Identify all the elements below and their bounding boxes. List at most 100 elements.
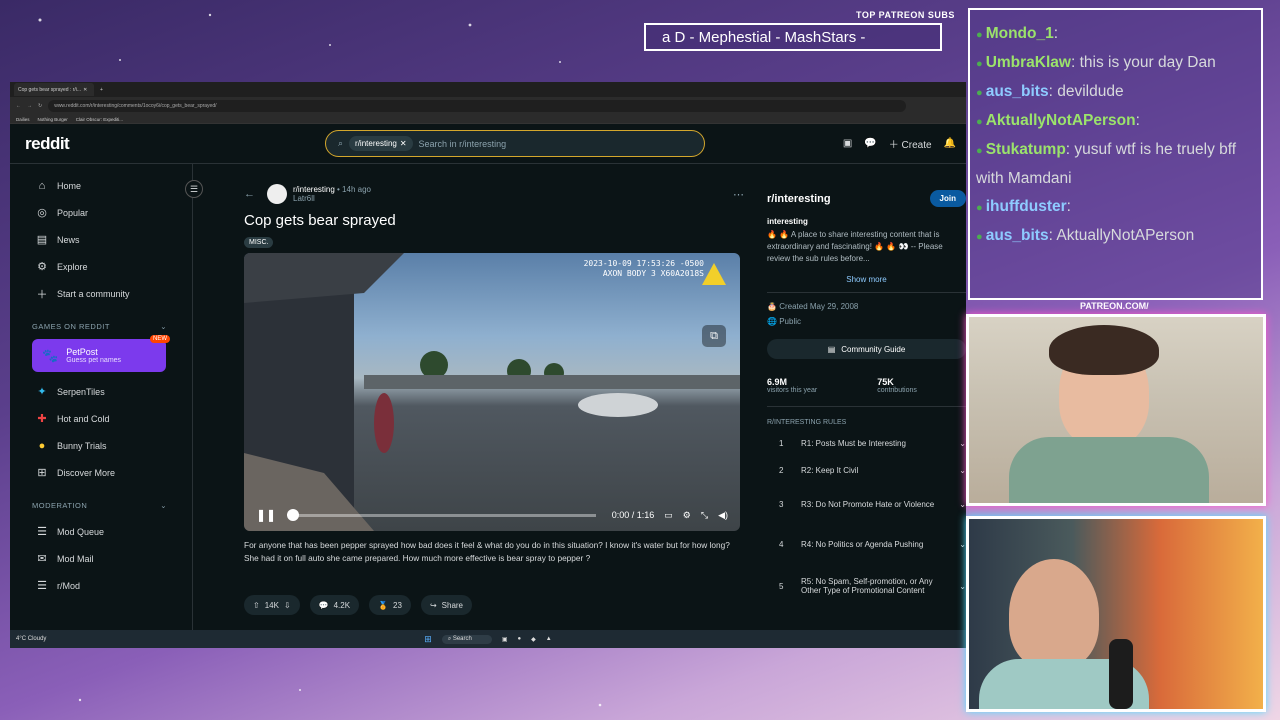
chat-username[interactable]: UmbraKlaw — [986, 54, 1071, 71]
tab-bar: Cop gets bear sprayed : r/i... ✕ + — [10, 82, 966, 97]
chat-icon[interactable]: 💬 — [864, 138, 876, 149]
vote-count: 14K — [264, 600, 279, 610]
windows-start-icon[interactable]: ⊞ — [424, 634, 432, 645]
chat-username[interactable]: AktuallyNotAPerson — [986, 112, 1136, 129]
sidebar-item-mod-mail[interactable]: ✉ Mod Mail — [10, 545, 192, 572]
taskbar-app-icon[interactable]: ◆ — [531, 636, 536, 643]
search-subreddit-chip[interactable]: r/interesting ✕ — [349, 136, 413, 151]
chat-username[interactable]: Stukatump — [986, 141, 1066, 158]
upvote-icon[interactable]: ⇧ — [253, 601, 260, 610]
chat-message: ● aus_bits: AktuallyNotAPerson — [976, 222, 1255, 251]
show-more-link[interactable]: Show more — [767, 275, 966, 284]
seek-handle[interactable] — [287, 508, 300, 521]
weather-widget[interactable]: 4°C Cloudy — [16, 636, 46, 642]
sidebar-item-popular[interactable]: ◎ Popular — [10, 199, 192, 226]
sidebar-item-label: Discover More — [57, 467, 116, 478]
downvote-icon[interactable]: ⇩ — [284, 601, 291, 610]
bookmark-item[interactable]: Dailies — [16, 117, 30, 122]
moderation-section-header[interactable]: MODERATION ⌄ — [10, 492, 192, 518]
search-bar[interactable]: ⌕ r/interesting ✕ Search in r/interesting — [325, 130, 705, 157]
chat-username[interactable]: aus_bits — [986, 83, 1049, 100]
sidebar-item-r-mod[interactable]: ☰ r/Mod — [10, 572, 192, 599]
chat-badge-icon: ● — [976, 202, 986, 214]
advertise-icon[interactable]: ▣ — [843, 138, 852, 149]
sidebar-item-discover-more[interactable]: ⊞ Discover More — [10, 459, 192, 486]
volume-icon[interactable]: ◀) — [718, 510, 728, 521]
post-meta: ← r/interesting • 14h ago Latr6ll ⋯ — [244, 184, 744, 204]
captions-icon[interactable]: ▭ — [664, 510, 673, 521]
patreon-link-label: PATREON.COM/ — [1080, 301, 1149, 311]
chat-message: ● aus_bits: devildude — [976, 78, 1255, 107]
settings-icon[interactable]: ⚙ — [683, 510, 691, 521]
pause-icon[interactable]: ❚❚ — [256, 508, 276, 522]
forward-icon[interactable]: → — [27, 103, 32, 109]
video-timestamp: 2023-10-09 17:53:26 -0500 AXON BODY 3 X60… — [584, 259, 704, 279]
created-date: Created May 29, 2008 — [779, 302, 859, 311]
chevron-down-icon: ⌄ — [160, 500, 167, 510]
close-icon[interactable]: ✕ — [400, 139, 407, 148]
sidebar-item-bunny-trials[interactable]: ● Bunny Trials — [10, 432, 192, 459]
more-options-icon[interactable]: ⋯ — [733, 188, 744, 201]
taskbar-app-icon[interactable]: ● — [518, 636, 522, 642]
sidebar-item-start-community[interactable]: ＋ Start a community — [10, 280, 192, 307]
back-icon[interactable]: ← — [16, 103, 21, 109]
new-tab-icon[interactable]: + — [100, 87, 103, 93]
post-title: Cop gets bear sprayed — [244, 212, 396, 229]
rule-number: 3 — [779, 499, 784, 509]
search-placeholder: Search in r/interesting — [418, 138, 507, 149]
chat-username[interactable]: aus_bits — [986, 227, 1049, 244]
fullscreen-icon[interactable]: ⤡ — [701, 510, 708, 521]
join-button[interactable]: Join — [929, 190, 966, 207]
tab-title: Cop gets bear sprayed : r/i... — [18, 86, 82, 93]
browser-tab[interactable]: Cop gets bear sprayed : r/i... ✕ — [14, 83, 94, 96]
community-name[interactable]: r/interesting — [767, 193, 831, 205]
webcam-streamer-1 — [966, 314, 1266, 506]
taskbar-app-icon[interactable]: ▲ — [546, 636, 552, 642]
guide-label: Community Guide — [841, 344, 906, 354]
petpost-game[interactable]: 🐾 PetPost Guess pet names NEW — [32, 335, 170, 372]
reddit-logo[interactable]: reddit — [25, 134, 70, 154]
sidebar-item-mod-queue[interactable]: ☰ Mod Queue — [10, 518, 192, 545]
sidebar-item-news[interactable]: ▤ News — [10, 226, 192, 253]
chat-badge-icon: ● — [976, 116, 986, 128]
reload-icon[interactable]: ↻ — [38, 103, 42, 109]
video-player[interactable]: 2023-10-09 17:53:26 -0500 AXON BODY 3 X60… — [244, 253, 740, 531]
close-tab-icon[interactable]: ✕ — [83, 87, 87, 93]
comments-button[interactable]: 💬 4.2K — [309, 595, 360, 615]
sidebar-toggle-icon[interactable]: ☰ — [185, 180, 203, 198]
rule-item[interactable]: 5 R5: No Spam, Self-promotion, or Any Oth… — [767, 564, 966, 608]
chat-username[interactable]: ihuffduster — [986, 198, 1067, 215]
community-guide-button[interactable]: ▤ Community Guide — [767, 339, 966, 359]
award-button[interactable]: 🏅 23 — [369, 595, 411, 615]
rule-item[interactable]: 1 R1: Posts Must be Interesting ⌄ — [767, 430, 966, 457]
visitors-label: visitors this year — [767, 387, 818, 394]
rule-item[interactable]: 2 R2: Keep It Civil ⌄ — [767, 457, 966, 484]
back-arrow-icon[interactable]: ← — [244, 188, 255, 200]
share-button[interactable]: ↪ Share — [420, 595, 473, 615]
rule-item[interactable]: 3 R3: Do Not Promote Hate or Violence ⌄ — [767, 484, 966, 524]
streamer-figure — [1009, 559, 1099, 669]
picture-in-picture-icon[interactable]: ⧉ — [702, 325, 726, 347]
sidebar-item-serpentiles[interactable]: ✦ SerpenTiles — [10, 378, 192, 405]
chat-badge-icon: ● — [976, 231, 986, 243]
create-button[interactable]: ＋ Create — [889, 136, 932, 151]
url-field[interactable]: www.reddit.com/r/interesting/comments/1o… — [48, 100, 906, 112]
sidebar-item-home[interactable]: ⌂ Home — [10, 172, 192, 199]
sidebar-item-explore[interactable]: ⚙ Explore — [10, 253, 192, 280]
post-flair[interactable]: MISC. — [244, 237, 274, 248]
notifications-icon[interactable]: 🔔 — [944, 138, 956, 149]
sidebar-item-hot-and-cold[interactable]: ✚ Hot and Cold — [10, 405, 192, 432]
bookmark-item[interactable]: Nothing Burger — [38, 117, 68, 122]
timestamp-line: 2023-10-09 17:53:26 -0500 — [583, 259, 704, 268]
subreddit-link[interactable]: r/interesting — [293, 185, 335, 194]
post-author[interactable]: Latr6ll — [293, 194, 371, 203]
subreddit-avatar[interactable] — [267, 184, 287, 204]
chat-username[interactable]: Mondo_1 — [986, 25, 1054, 42]
video-seekbar[interactable] — [287, 508, 596, 521]
taskbar-app-icon[interactable]: ▣ — [502, 636, 508, 643]
rule-item[interactable]: 4 R4: No Politics or Agenda Pushing ⌄ — [767, 524, 966, 564]
taskbar-search[interactable]: ⌕ Search — [441, 634, 492, 644]
bookmark-item[interactable]: Clair Obscur: Expediti... — [76, 117, 123, 122]
sidebar-item-label: Mod Queue — [57, 526, 105, 537]
post-body: For anyone that has been pepper sprayed … — [244, 540, 730, 563]
